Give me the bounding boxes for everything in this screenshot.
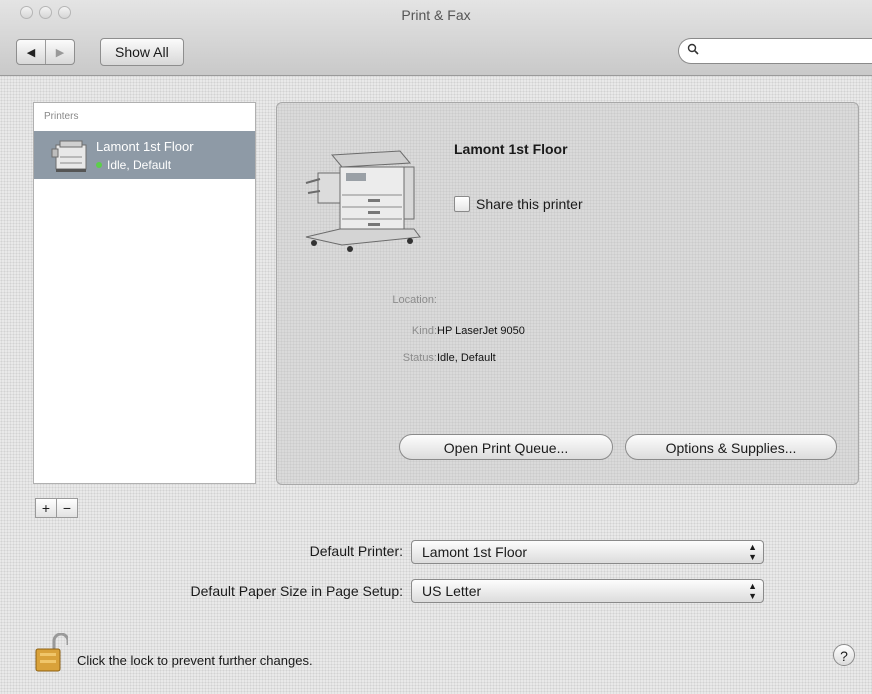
kind-row: Kind: HP LaserJet 9050 — [277, 325, 860, 341]
status-value: Idle, Default — [437, 352, 496, 364]
kind-label: Kind: — [411, 325, 437, 337]
forward-button[interactable]: ▶ — [45, 40, 74, 64]
share-checkbox-label: Share this printer — [476, 196, 583, 212]
share-printer-checkbox[interactable]: Share this printer — [454, 196, 583, 212]
default-printer-label: Default Printer: — [309, 543, 403, 559]
back-forward-group: ◀ ▶ — [16, 39, 75, 65]
paper-size-popup[interactable]: US Letter ▲ ▼ — [411, 579, 764, 603]
default-printer-popup[interactable]: Lamont 1st Floor ▲ ▼ — [411, 540, 764, 564]
share-checkbox-box[interactable] — [454, 196, 470, 212]
printer-list-item-name: Lamont 1st Floor — [96, 139, 194, 154]
printer-list-item-status-text: Idle, Default — [107, 158, 172, 172]
remove-printer-button[interactable]: − — [56, 499, 77, 517]
default-printer-value: Lamont 1st Floor — [422, 544, 528, 560]
open-print-queue-button[interactable]: Open Print Queue... — [399, 434, 613, 460]
window-title: Print & Fax — [401, 7, 471, 23]
printer-list-item-status: Idle, Default — [96, 158, 171, 172]
printer-detail-panel: Lamont 1st Floor Share this printer Loca… — [276, 102, 859, 485]
popup-arrows-icon: ▲ ▼ — [748, 542, 757, 562]
help-button[interactable]: ? — [833, 644, 855, 666]
add-printer-button[interactable]: + — [36, 499, 56, 517]
lock-instruction-text: Click the lock to prevent further change… — [77, 653, 313, 668]
printer-thumbnail-icon — [50, 137, 94, 175]
back-arrow-icon: ◀ — [26, 46, 36, 59]
search-icon — [687, 43, 699, 58]
printer-list-item[interactable]: Lamont 1st Floor Idle, Default — [34, 131, 255, 179]
search-field[interactable] — [678, 38, 872, 64]
printers-list[interactable]: Printers Lamont 1st Floor Idle, Default — [33, 102, 256, 484]
paper-size-label: Default Paper Size in Page Setup: — [190, 583, 403, 599]
printer-name-heading: Lamont 1st Floor — [454, 141, 568, 157]
popup-arrows-icon: ▲ ▼ — [748, 581, 757, 601]
paper-size-value: US Letter — [422, 583, 482, 599]
options-supplies-button[interactable]: Options & Supplies... — [625, 434, 837, 460]
lock-icon[interactable] — [34, 632, 70, 673]
status-label: Status: — [402, 352, 437, 364]
kind-value: HP LaserJet 9050 — [437, 325, 525, 337]
status-row: Status: Idle, Default — [277, 352, 860, 368]
window-titlebar: Print & Fax ◀ ▶ Show All — [0, 0, 872, 76]
location-row: Location: — [277, 294, 860, 310]
printers-list-header: Printers — [44, 111, 79, 122]
show-all-button[interactable]: Show All — [100, 38, 184, 66]
add-remove-printer-group: + − — [35, 498, 78, 518]
printer-large-icon — [302, 133, 422, 257]
location-label: Location: — [392, 294, 437, 306]
status-dot-icon — [96, 162, 102, 168]
forward-arrow-icon: ▶ — [55, 46, 65, 59]
back-button[interactable]: ◀ — [17, 40, 45, 64]
